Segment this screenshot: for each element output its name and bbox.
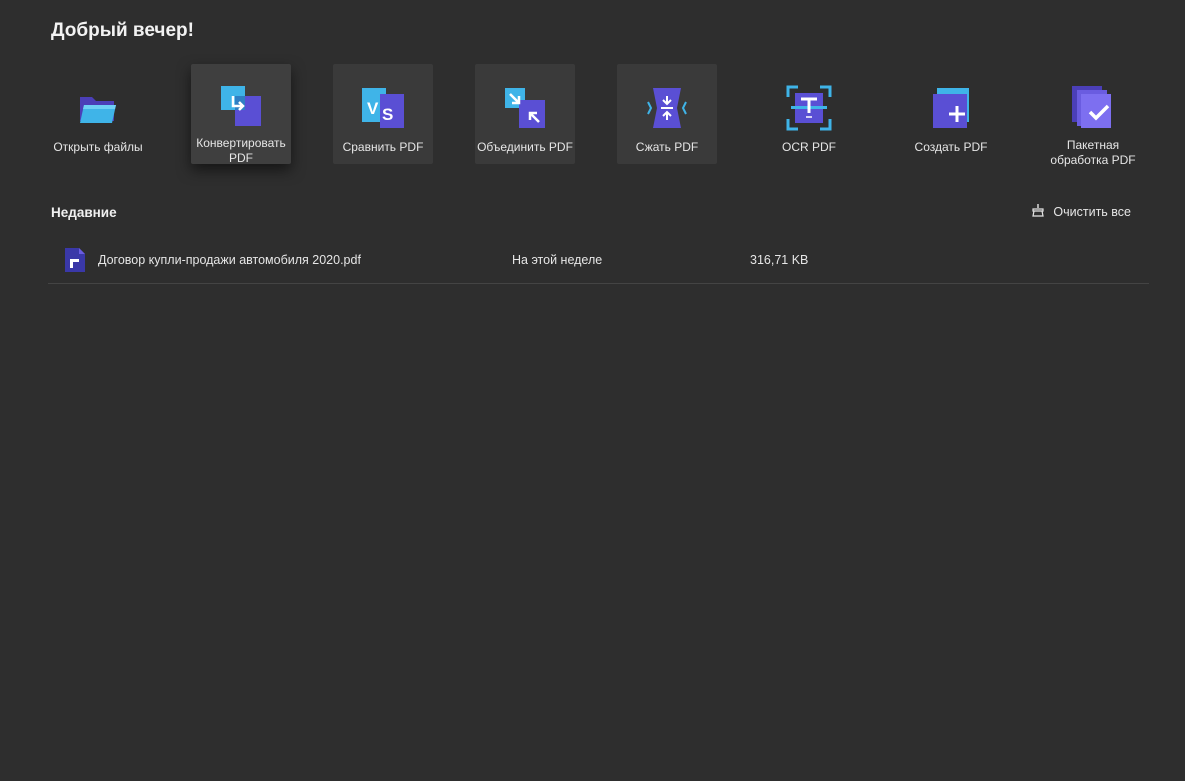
pdf-file-icon (64, 247, 86, 278)
ocr-icon (785, 84, 833, 132)
tool-batch-pdf[interactable]: Пакетная обработка PDF (1043, 64, 1143, 167)
svg-text:S: S (382, 105, 393, 124)
recent-file-row[interactable]: Договор купли-продажи автомобиля 2020.pd… (48, 240, 1149, 284)
file-name: Договор купли-продажи автомобиля 2020.pd… (98, 253, 361, 267)
broom-icon (1031, 203, 1045, 220)
tool-compare-pdf[interactable]: V S Сравнить PDF (333, 64, 433, 164)
tool-label: OCR PDF (782, 140, 836, 154)
tool-label: Сжать PDF (635, 140, 699, 154)
convert-icon (217, 84, 265, 128)
tool-label: Создать PDF (914, 140, 988, 154)
clear-all-button[interactable]: Очистить все (1031, 203, 1131, 220)
greeting-title: Добрый вечер! (51, 20, 194, 41)
tool-combine-pdf[interactable]: Объединить PDF (475, 64, 575, 164)
batch-icon (1069, 84, 1117, 130)
open-folder-icon (74, 84, 122, 132)
tool-open-files[interactable]: Открыть файлы (48, 64, 148, 164)
recent-title: Недавние (51, 205, 117, 220)
clear-all-label: Очистить все (1053, 204, 1131, 219)
tool-compress-pdf[interactable]: Сжать PDF (617, 64, 717, 164)
create-icon (927, 84, 975, 132)
tool-label: Объединить PDF (477, 140, 573, 154)
quick-tools: Открыть файлы Конвертировать PDF V S Сра… (48, 64, 1148, 174)
tool-ocr-pdf[interactable]: OCR PDF (759, 64, 859, 164)
file-size: 316,71 KB (750, 253, 809, 267)
file-date: На этой неделе (512, 253, 603, 267)
tool-label: Конвертировать PDF (196, 136, 286, 165)
tool-create-pdf[interactable]: Создать PDF (901, 64, 1001, 164)
tool-convert-pdf[interactable]: Конвертировать PDF (191, 64, 291, 165)
svg-text:V: V (367, 99, 379, 118)
tool-label: Пакетная обработка PDF (1050, 138, 1136, 167)
compare-icon: V S (359, 84, 407, 132)
tool-label: Сравнить PDF (342, 140, 424, 154)
tool-label: Открыть файлы (53, 140, 143, 154)
compress-icon (643, 84, 691, 132)
combine-icon (501, 84, 549, 132)
